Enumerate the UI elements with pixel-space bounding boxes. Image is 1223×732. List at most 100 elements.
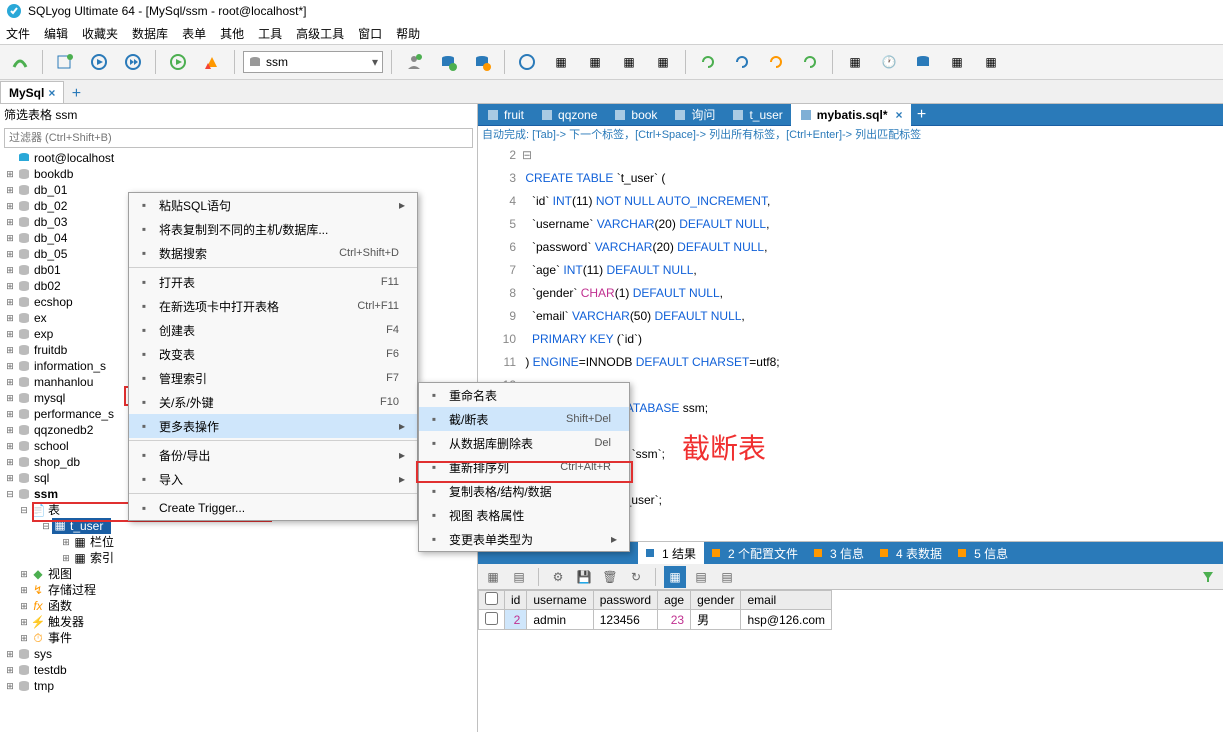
result-tab[interactable]: 2 个配置文件: [704, 542, 806, 564]
table-tool-4[interactable]: ▦: [649, 48, 677, 76]
menu-item[interactable]: ▪管理索引F7: [129, 366, 417, 390]
menu-item[interactable]: ▪复制表格/结构/数据: [419, 479, 629, 503]
menu-item[interactable]: ▪在新选项卡中打开表格Ctrl+F11: [129, 294, 417, 318]
menu-item[interactable]: ▪重命名表: [419, 383, 629, 407]
column-header[interactable]: age: [658, 591, 691, 610]
refresh-3-button[interactable]: [762, 48, 790, 76]
connection-tab-mysql[interactable]: MySql ×: [0, 81, 64, 103]
menu-item[interactable]: 窗口: [358, 25, 382, 42]
sync-button[interactable]: [513, 48, 541, 76]
tree-item[interactable]: root@localhost: [4, 150, 477, 166]
table-context-menu[interactable]: ▪粘贴SQL语句▸▪将表复制到不同的主机/数据库...▪数据搜索Ctrl+Shi…: [128, 192, 418, 521]
column-header[interactable]: password: [593, 591, 657, 610]
grid-view-button[interactable]: ▦: [482, 566, 504, 588]
menu-item[interactable]: ▪改变表F6: [129, 342, 417, 366]
refresh-2-button[interactable]: [728, 48, 756, 76]
view-form-button[interactable]: ▤: [690, 566, 712, 588]
menu-item[interactable]: ▪创建表F4: [129, 318, 417, 342]
add-connection-button[interactable]: +: [64, 85, 88, 103]
filter-input[interactable]: [4, 128, 473, 148]
tree-item[interactable]: ⊞bookdb: [4, 166, 477, 182]
result-tab[interactable]: 4 表数据: [872, 542, 950, 564]
tree-item[interactable]: ⊞testdb: [4, 662, 477, 678]
schema-button[interactable]: ▦: [943, 48, 971, 76]
user-manager-button[interactable]: [198, 48, 226, 76]
menu-item[interactable]: 高级工具: [296, 25, 344, 42]
menu-item[interactable]: ▪截/断表Shift+Del: [419, 407, 629, 431]
execute-button[interactable]: [85, 48, 113, 76]
menu-item[interactable]: 文件: [6, 25, 30, 42]
menu-item[interactable]: 帮助: [396, 25, 420, 42]
menu-item[interactable]: 编辑: [44, 25, 68, 42]
tree-item[interactable]: ⊞◆视图: [4, 566, 477, 582]
save-button[interactable]: 💾: [573, 566, 595, 588]
tree-item[interactable]: ⊞↯存储过程: [4, 582, 477, 598]
refresh-button[interactable]: [694, 48, 722, 76]
editor-tab[interactable]: qqzone: [532, 104, 605, 126]
menu-item[interactable]: ▪视图 表格属性: [419, 503, 629, 527]
menu-item[interactable]: ▪更多表操作▸: [129, 414, 417, 438]
tree-item[interactable]: ⊞fx函数: [4, 598, 477, 614]
menu-item[interactable]: ▪从数据库删除表Del: [419, 431, 629, 455]
editor-tab[interactable]: book: [605, 104, 665, 126]
editor-tab[interactable]: t_user: [723, 104, 790, 126]
menu-item[interactable]: 收藏夹: [82, 25, 118, 42]
tree-item[interactable]: ⊞tmp: [4, 678, 477, 694]
menu-item[interactable]: ▪重新排序列Ctrl+Alt+R: [419, 455, 629, 479]
editor-tab[interactable]: mybatis.sql*×: [791, 104, 911, 126]
menu-item[interactable]: ▪粘贴SQL语句▸: [129, 193, 417, 217]
menu-item[interactable]: ▪数据搜索Ctrl+Shift+D: [129, 241, 417, 265]
execute-all-button[interactable]: [119, 48, 147, 76]
menu-item[interactable]: ▪备份/导出▸: [129, 443, 417, 467]
menu-item[interactable]: ▪导入▸: [129, 467, 417, 491]
backup-button[interactable]: [468, 48, 496, 76]
new-connection-button[interactable]: [6, 48, 34, 76]
db-refresh-button[interactable]: [909, 48, 937, 76]
column-header[interactable]: email: [741, 591, 832, 610]
database-selector[interactable]: ssm ▾: [243, 51, 383, 73]
result-tab[interactable]: 3 信息: [806, 542, 872, 564]
layout-button[interactable]: ▦: [977, 48, 1005, 76]
editor-tab[interactable]: 询问: [665, 104, 723, 126]
tree-item[interactable]: ⊞⏱事件: [4, 630, 477, 646]
table-tool-3[interactable]: ▦: [615, 48, 643, 76]
table-tool-2[interactable]: ▦: [581, 48, 609, 76]
menu-item[interactable]: ▪将表复制到不同的主机/数据库...: [129, 217, 417, 241]
avatar-icon[interactable]: [400, 48, 428, 76]
tree-item[interactable]: ⊞▦索引: [4, 550, 477, 566]
refresh-4-button[interactable]: [796, 48, 824, 76]
result-tab[interactable]: 5 信息: [950, 542, 1016, 564]
select-all-checkbox[interactable]: [485, 592, 498, 605]
new-query-button[interactable]: [51, 48, 79, 76]
add-tab-button[interactable]: +: [911, 106, 933, 124]
column-header[interactable]: gender: [691, 591, 741, 610]
column-header[interactable]: username: [527, 591, 593, 610]
view-grid-button[interactable]: ▦: [664, 566, 686, 588]
menu-item[interactable]: 工具: [258, 25, 282, 42]
menu-item[interactable]: 数据库: [132, 25, 168, 42]
close-icon[interactable]: ×: [48, 86, 55, 100]
menu-item[interactable]: ▪Create Trigger...: [129, 496, 417, 520]
menu-item[interactable]: ▪打开表F11: [129, 270, 417, 294]
more-table-ops-submenu[interactable]: ▪重命名表▪截/断表Shift+Del▪从数据库删除表Del▪重新排序列Ctrl…: [418, 382, 630, 552]
menu-item[interactable]: 表单: [182, 25, 206, 42]
result-tab[interactable]: 1 结果: [638, 542, 704, 564]
view-text-button[interactable]: ▤: [716, 566, 738, 588]
table-tool-1[interactable]: ▦: [547, 48, 575, 76]
result-grid[interactable]: idusernamepasswordagegenderemail2admin12…: [478, 590, 1223, 630]
menu-item[interactable]: ▪变更表单类型为▸: [419, 527, 629, 551]
menu-item[interactable]: ▪关/系/外键F10: [129, 390, 417, 414]
run-button[interactable]: [164, 48, 192, 76]
menu-item[interactable]: 其他: [220, 25, 244, 42]
grid-button[interactable]: ▦: [841, 48, 869, 76]
clock-button[interactable]: 🕐: [875, 48, 903, 76]
column-header[interactable]: id: [505, 591, 527, 610]
tree-item[interactable]: ⊞sys: [4, 646, 477, 662]
editor-tab[interactable]: fruit: [478, 104, 532, 126]
refresh-result-button[interactable]: ↻: [625, 566, 647, 588]
row-checkbox[interactable]: [485, 612, 498, 625]
delete-row-button[interactable]: 🗑: [599, 566, 621, 588]
filter-button[interactable]: ⚙: [547, 566, 569, 588]
tree-item[interactable]: ⊞⚡触发器: [4, 614, 477, 630]
funnel-icon[interactable]: [1197, 566, 1219, 588]
